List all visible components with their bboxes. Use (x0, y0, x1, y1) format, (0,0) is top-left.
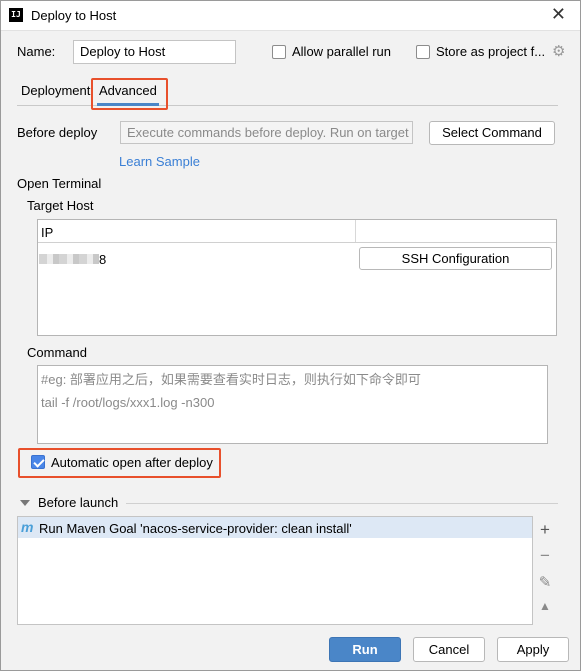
before-launch-label: Before launch (38, 495, 119, 510)
window-title: Deploy to Host (31, 8, 117, 23)
allow-parallel-label: Allow parallel run (292, 44, 391, 59)
before-deploy-input[interactable]: Execute commands before deploy. Run on t… (120, 121, 413, 144)
store-project-label: Store as project f... (436, 44, 546, 59)
close-icon[interactable]: ✕ (551, 4, 566, 25)
deploy-dialog: IJ Deploy to Host ✕ Name: Deploy to Host… (0, 0, 581, 671)
apply-button[interactable]: Apply (497, 637, 569, 662)
title-bar: IJ Deploy to Host ✕ (1, 1, 580, 31)
edit-pencil-icon[interactable]: ✎ (537, 573, 553, 591)
name-label: Name: (17, 44, 56, 59)
gear-icon[interactable]: ⚙ (552, 42, 565, 60)
learn-sample-link[interactable]: Learn Sample (119, 154, 200, 169)
cancel-button[interactable]: Cancel (413, 637, 485, 662)
store-project-checkbox[interactable] (416, 45, 430, 59)
ip-value-redacted (39, 254, 99, 264)
intellij-app-icon: IJ (9, 8, 23, 22)
advanced-tab-highlight (91, 78, 168, 110)
open-terminal-label: Open Terminal (17, 176, 102, 191)
collapse-triangle-icon[interactable] (20, 500, 30, 506)
command-label: Command (27, 345, 87, 360)
ssh-configuration-button[interactable]: SSH Configuration (359, 247, 552, 270)
auto-open-highlight (18, 448, 221, 478)
before-deploy-label: Before deploy (17, 125, 98, 140)
header-row-divider (38, 242, 556, 243)
maven-goal-item-text: Run Maven Goal 'nacos-service-provider: … (39, 521, 352, 536)
run-button[interactable]: Run (329, 637, 401, 662)
maven-icon: m (21, 519, 34, 535)
target-host-label: Target Host (27, 198, 94, 213)
target-host-table (37, 219, 557, 336)
allow-parallel-checkbox[interactable] (272, 45, 286, 59)
ip-value-suffix: 8 (99, 252, 107, 267)
command-hint-line: #eg: 部署应用之后，如果需要查看实时日志，则执行如下命令即可 (41, 372, 421, 387)
select-command-button[interactable]: Select Command (429, 121, 555, 145)
move-up-icon[interactable]: ▲ (537, 599, 553, 613)
add-icon[interactable]: + (537, 520, 553, 540)
before-launch-divider (126, 503, 558, 504)
column-separator (355, 220, 356, 242)
name-input[interactable]: Deploy to Host (73, 40, 236, 64)
command-example-line: tail -f /root/logs/xxx1.log -n300 (41, 395, 215, 410)
tab-deployment[interactable]: Deployment (21, 83, 90, 98)
ip-column-header: IP (41, 225, 54, 240)
remove-icon[interactable]: − (537, 546, 553, 566)
